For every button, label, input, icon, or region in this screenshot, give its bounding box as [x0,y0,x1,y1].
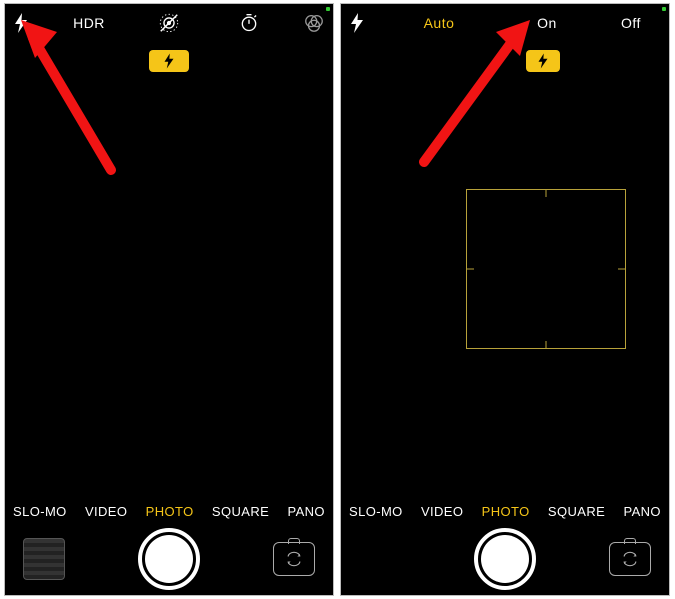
mode-square[interactable]: SQUARE [212,504,269,519]
flash-icon [537,53,549,69]
flash-icon [163,53,175,69]
flash-option-on[interactable]: On [493,15,601,31]
camera-screen-right: Auto On Off SLO-MO VIDEO PHOTO SQUARE PA… [340,3,670,596]
flash-icon [349,13,365,33]
switch-camera-icon [620,551,640,567]
mode-strip: SLO-MO VIDEO PHOTO SQUARE PANO [341,499,669,523]
filters-toggle[interactable] [289,12,325,34]
camera-screen-left: HDR [4,3,334,596]
flash-toggle[interactable] [13,13,49,33]
flash-on-indicator [526,50,560,72]
flash-icon [13,13,29,33]
filters-icon [303,12,325,34]
mode-pano[interactable]: PANO [623,504,660,519]
mode-video[interactable]: VIDEO [85,504,127,519]
top-toolbar: HDR [5,4,333,42]
mode-photo[interactable]: PHOTO [146,504,194,519]
mode-square[interactable]: SQUARE [548,504,605,519]
switch-camera-button[interactable] [273,542,315,576]
top-toolbar: Auto On Off [341,4,669,42]
mode-slo-mo[interactable]: SLO-MO [349,504,403,519]
status-indicator [326,7,330,11]
shutter-button[interactable] [474,528,536,590]
live-photo-off-icon [158,12,180,34]
timer-toggle[interactable] [209,13,289,33]
flash-option-off[interactable]: Off [601,15,661,31]
timer-icon [239,13,259,33]
mode-video[interactable]: VIDEO [421,504,463,519]
bottom-controls [5,523,333,595]
hdr-toggle[interactable]: HDR [49,15,129,31]
mode-strip: SLO-MO VIDEO PHOTO SQUARE PANO [5,499,333,523]
flash-on-indicator [149,50,189,72]
mode-photo[interactable]: PHOTO [482,504,530,519]
last-photo-thumbnail[interactable] [359,538,401,580]
switch-camera-button[interactable] [609,542,651,576]
bottom-controls [341,523,669,595]
focus-indicator [466,189,626,349]
flash-toggle[interactable] [349,13,385,33]
switch-camera-icon [284,551,304,567]
mode-pano[interactable]: PANO [287,504,324,519]
live-photo-toggle[interactable] [129,12,209,34]
flash-option-auto[interactable]: Auto [385,15,493,31]
last-photo-thumbnail[interactable] [23,538,65,580]
shutter-button[interactable] [138,528,200,590]
mode-slo-mo[interactable]: SLO-MO [13,504,67,519]
status-indicator [662,7,666,11]
